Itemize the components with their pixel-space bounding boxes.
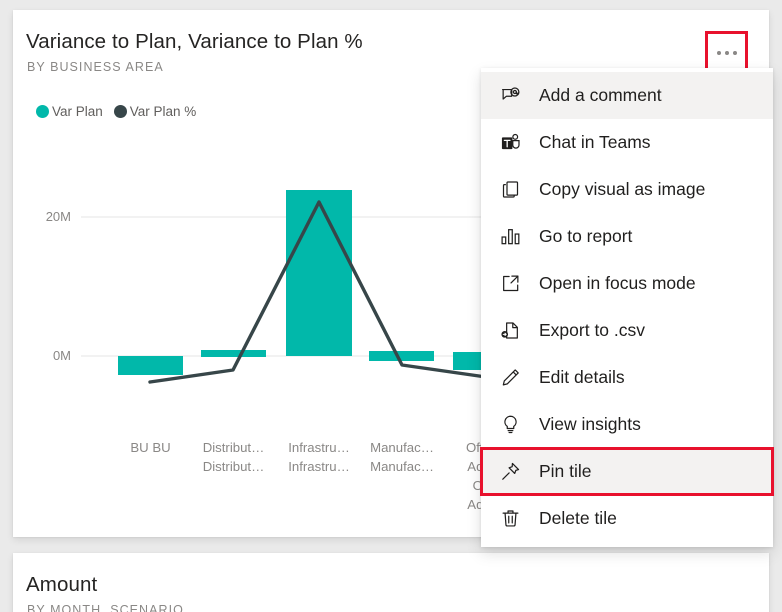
cat-label-infrastructure: Infrastru… Infrastru…: [288, 440, 350, 474]
menu-item-chat-in-teams[interactable]: Chat in Teams: [481, 119, 773, 166]
menu-item-export-to-csv[interactable]: Export to .csv: [481, 307, 773, 354]
bar-bu[interactable]: [118, 356, 183, 375]
legend-swatch-var-plan-pct: [113, 105, 127, 118]
tile-title: Variance to Plan, Variance to Plan %: [26, 30, 363, 53]
legend-label-var-plan: Var Plan: [52, 104, 103, 119]
dashboard-canvas: Variance to Plan, Variance to Plan % BY …: [0, 0, 782, 612]
ytick-label-20m: 20M: [46, 209, 71, 224]
tile-amount[interactable]: Amount BY MONTH, SCENARIO: [13, 553, 769, 612]
ellipsis-dot: [732, 50, 737, 55]
menu-item-add-a-comment[interactable]: Add a comment: [481, 72, 773, 119]
lightbulb-icon: [499, 414, 521, 436]
menu-item-delete-tile[interactable]: Delete tile: [481, 495, 773, 542]
comment-mention-icon: [499, 85, 521, 107]
tile-subtitle: BY BUSINESS AREA: [27, 60, 164, 74]
menu-item-edit-details[interactable]: Edit details: [481, 354, 773, 401]
menu-item-open-in-focus-mode[interactable]: Open in focus mode: [481, 260, 773, 307]
copy-icon: [499, 179, 521, 201]
bar-manufacturing[interactable]: [369, 351, 434, 361]
menu-item-label: Edit details: [539, 367, 625, 387]
menu-item-label: Export to .csv: [539, 320, 646, 340]
tile-context-menu[interactable]: Add a comment Chat in Teams Copy visual …: [480, 68, 774, 547]
menu-item-label: View insights: [539, 414, 641, 434]
pin-icon: [499, 461, 521, 483]
menu-item-copy-visual-as-image[interactable]: Copy visual as image: [481, 166, 773, 213]
focus-mode-icon: [499, 273, 521, 295]
tile-title: Amount: [26, 573, 98, 596]
menu-item-go-to-report[interactable]: Go to report: [481, 213, 773, 260]
legend-swatch-var-plan: [36, 105, 49, 118]
bar-chart-icon: [499, 226, 521, 248]
ellipsis-dot: [716, 50, 721, 55]
teams-icon: [499, 132, 521, 154]
menu-item-label: Add a comment: [539, 85, 662, 105]
tile-subtitle: BY MONTH, SCENARIO: [27, 603, 184, 612]
bar-infrastructure[interactable]: [286, 190, 352, 356]
cat-label-distribution: Distribut… Distribut…: [202, 440, 265, 474]
pencil-icon: [499, 367, 521, 389]
menu-item-view-insights[interactable]: View insights: [481, 401, 773, 448]
menu-item-label: Open in focus mode: [539, 273, 696, 293]
legend-item-var-plan[interactable]: Var Plan: [36, 104, 103, 119]
legend-item-var-plan-pct[interactable]: Var Plan %: [113, 104, 197, 119]
menu-item-label: Copy visual as image: [539, 179, 706, 199]
export-file-icon: [499, 320, 521, 342]
menu-item-pin-tile[interactable]: Pin tile: [480, 447, 774, 496]
cat-label-manufacturing: Manufac… Manufac…: [370, 440, 434, 474]
trash-icon: [499, 508, 521, 530]
ellipsis-dot: [724, 50, 729, 55]
menu-item-label: Pin tile: [539, 461, 592, 481]
bar-distribution[interactable]: [201, 350, 266, 357]
bar-series-var-plan: [118, 190, 519, 375]
menu-item-label: Chat in Teams: [539, 132, 651, 152]
chart-legend: Var Plan Var Plan %: [36, 104, 196, 119]
cat-label-bu: BU BU: [130, 440, 171, 455]
menu-item-label: Delete tile: [539, 508, 617, 528]
ytick-label-0m: 0M: [53, 348, 71, 363]
legend-label-var-plan-pct: Var Plan %: [129, 104, 197, 119]
menu-item-label: Go to report: [539, 226, 633, 246]
